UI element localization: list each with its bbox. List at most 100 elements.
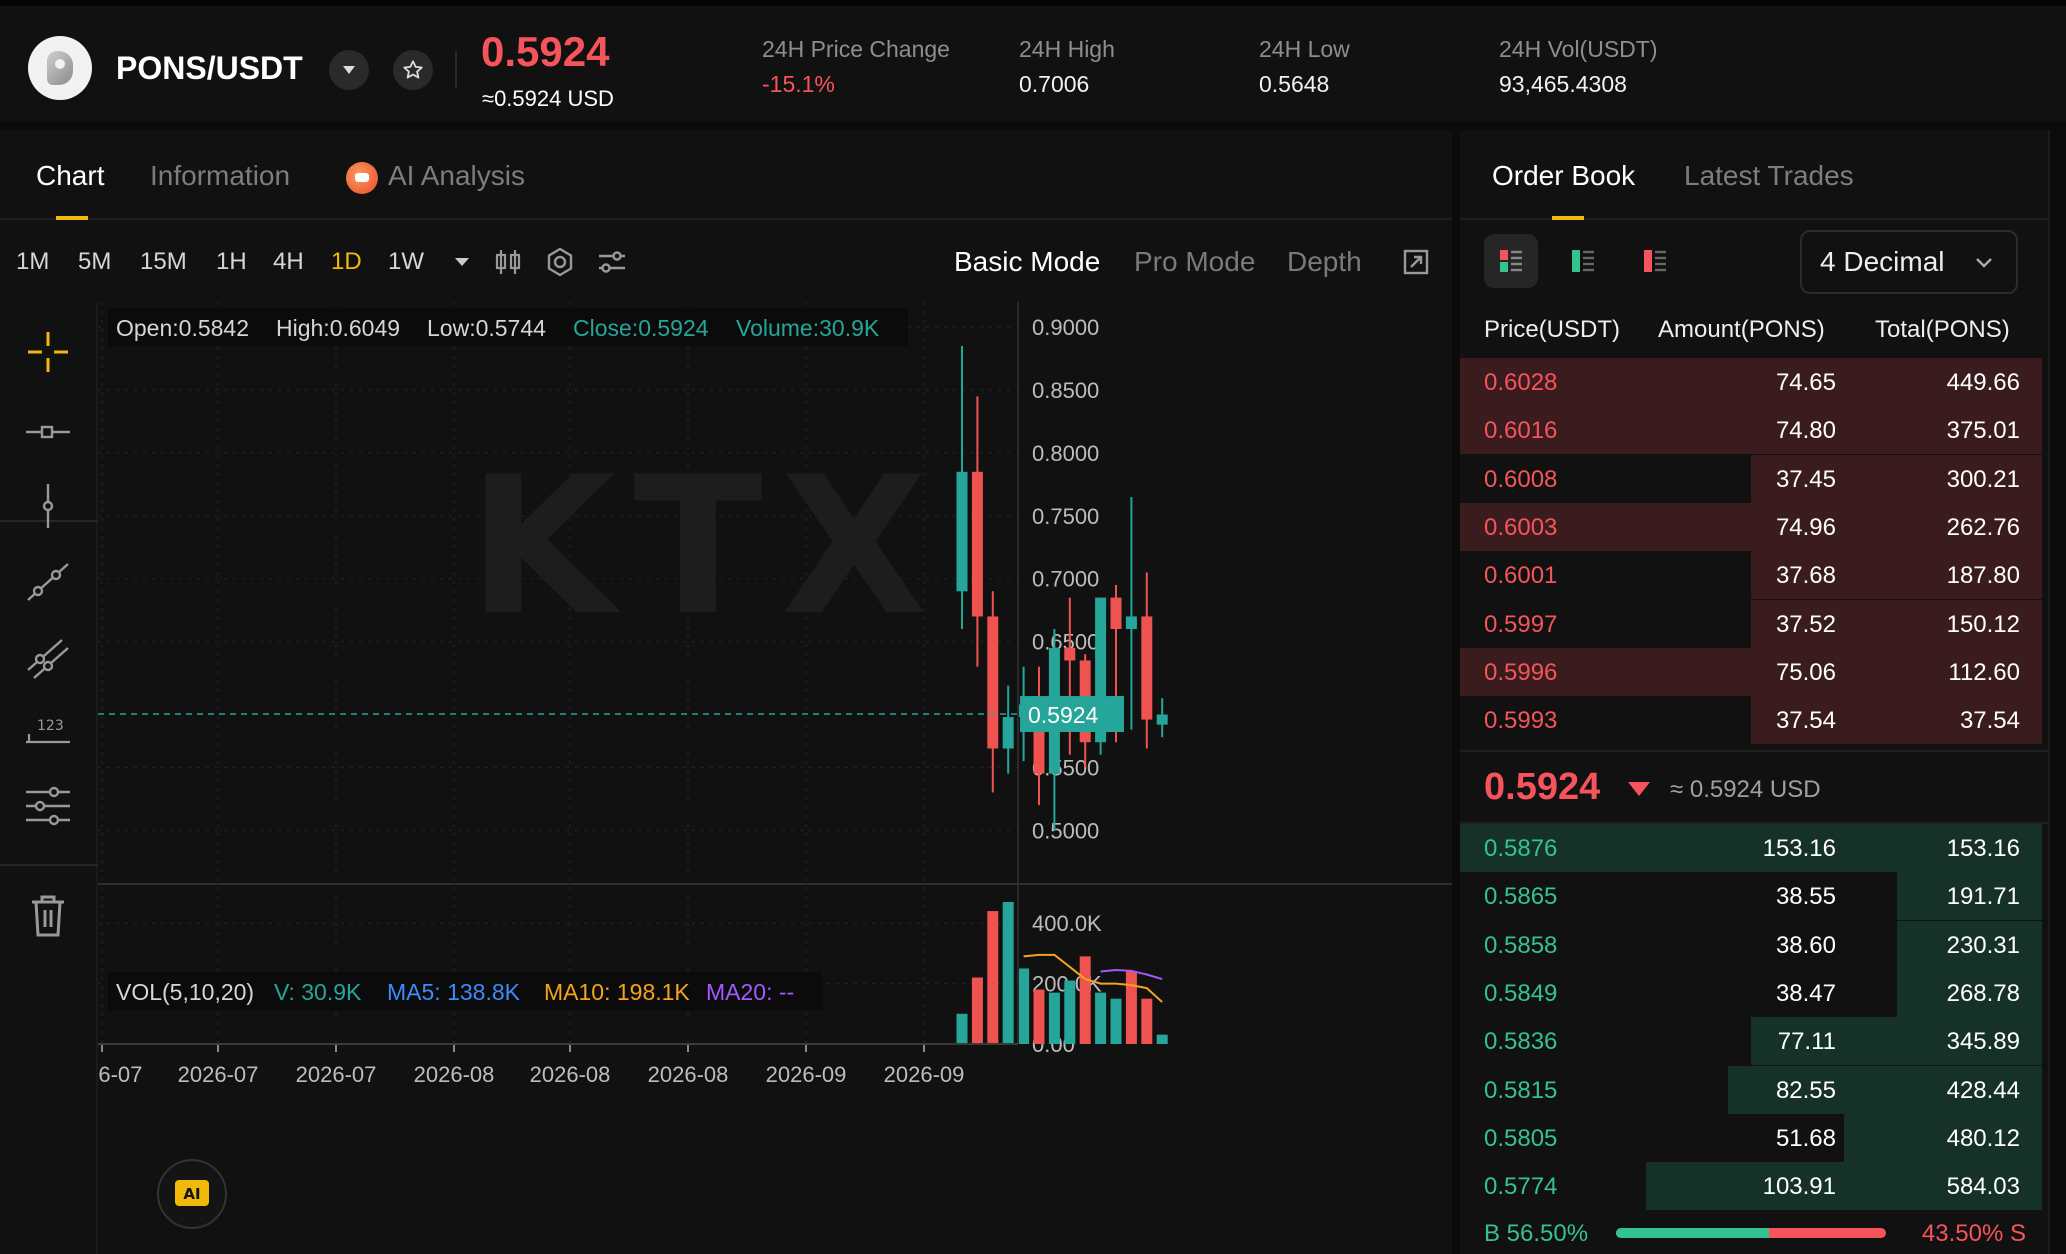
timeframe-5m[interactable]: 5M [78, 248, 111, 276]
ask-total: 449.66 [1946, 369, 2020, 396]
parallel-channel-tool[interactable] [0, 628, 96, 688]
view-bids-button[interactable] [1556, 234, 1610, 288]
col-total: Total(PONS) [1875, 316, 2010, 343]
settings-tool[interactable] [0, 776, 96, 836]
ask-price: 0.5993 [1484, 707, 1558, 735]
candle-body [956, 471, 968, 592]
volume-bar [1048, 992, 1060, 1044]
buy-sell-ratio: B 56.50% 43.50% S [1460, 1212, 2048, 1254]
candle-body [1110, 597, 1122, 630]
volume-legend-ma10: MA10: 198.1K [544, 979, 690, 1005]
book-bids-icon [1572, 250, 1594, 272]
crosshair-tool[interactable] [0, 322, 96, 382]
chart-settings-button[interactable] [540, 242, 580, 282]
bid-row[interactable]: 0.5805 51.68 480.12 [1460, 1113, 2042, 1162]
bid-price: 0.5849 [1484, 979, 1558, 1007]
pair-dropdown-button[interactable] [329, 50, 369, 90]
buy-ratio: B 56.50% [1484, 1220, 1589, 1247]
tab-chart[interactable]: Chart [36, 160, 104, 192]
ask-row[interactable]: 0.6008 37.45 300.21 [1460, 454, 2042, 503]
book-both-icon [1500, 250, 1522, 272]
parallel-lines-icon [27, 639, 69, 679]
view-asks-button[interactable] [1628, 234, 1682, 288]
timeframe-4h[interactable]: 4H [273, 248, 304, 276]
panel-scroll-edge [2048, 130, 2066, 1254]
bid-row[interactable]: 0.5815 82.55 428.44 [1460, 1065, 2042, 1114]
volume-bar [1156, 1034, 1168, 1044]
bid-total: 230.31 [1946, 931, 2020, 959]
stat-label: 24H Price Change [762, 36, 950, 62]
ask-row[interactable]: 0.5996 75.06 112.60 [1460, 647, 2042, 696]
price-tick-label: 0.7500 [1032, 504, 1099, 529]
volume-bar [987, 911, 999, 1044]
ask-price: 0.6001 [1484, 562, 1558, 590]
tab-latest-trades[interactable]: Latest Trades [1684, 160, 1854, 192]
bid-total: 584.03 [1946, 1173, 2020, 1201]
bid-price: 0.5876 [1484, 835, 1558, 862]
mode-depth[interactable]: Depth [1287, 246, 1362, 278]
favorite-button[interactable] [393, 50, 433, 90]
ratio-bar [1616, 1228, 1886, 1238]
bid-row[interactable]: 0.5849 38.47 268.78 [1460, 968, 2042, 1017]
last-price: 0.5924 [481, 28, 610, 75]
tab-order-book[interactable]: Order Book [1492, 160, 1635, 192]
order-book-header: Price(USDT) Amount(PONS) Total(PONS) [1460, 316, 2048, 356]
mode-basic[interactable]: Basic Mode [954, 246, 1100, 278]
ask-row[interactable]: 0.6028 74.65 449.66 [1460, 358, 2042, 406]
bid-amount: 51.68 [1775, 1124, 1836, 1152]
stat-high: 24H High 0.7006 [1019, 36, 1115, 98]
tab-ai-analysis[interactable]: AI Analysis [346, 160, 525, 194]
ask-total: 150.12 [1946, 610, 2020, 638]
bid-row[interactable]: 0.5858 38.60 230.31 [1460, 920, 2042, 969]
horizontal-line-tool[interactable] [0, 402, 96, 462]
candle-body [1064, 647, 1076, 661]
time-axis: 2026-07 2026-07 2026-07 2026-08 2026-08 2026-… [62, 1044, 964, 1087]
time-tick-label: 2026-07 [178, 1062, 259, 1087]
mid-price-row: 0.5924 ≈ 0.5924 USD [1460, 750, 2048, 824]
bid-row[interactable]: 0.5865 38.55 191.71 [1460, 872, 2042, 921]
ohlc-volume: Volume:30.9K [736, 315, 880, 341]
bid-amount: 38.47 [1775, 979, 1836, 1007]
ask-price: 0.6028 [1484, 369, 1558, 396]
trend-line-tool[interactable] [0, 552, 96, 612]
decimal-select[interactable]: 4 Decimal [1800, 230, 2018, 294]
bid-price: 0.5774 [1484, 1173, 1558, 1201]
volume-bar [1079, 956, 1091, 1044]
timeframe-15m[interactable]: 15M [140, 248, 187, 276]
ask-row[interactable]: 0.5997 37.52 150.12 [1460, 599, 2042, 648]
timeframe-1d[interactable]: 1D [331, 248, 362, 276]
candle-body [1156, 714, 1168, 725]
pair-name[interactable]: PONS/USDT [116, 50, 303, 87]
timeframe-1m[interactable]: 1M [16, 248, 49, 276]
tab-information[interactable]: Information [150, 160, 290, 192]
volume-bar [1125, 971, 1137, 1044]
vertical-line-tool[interactable] [0, 476, 96, 536]
header-divider [455, 52, 457, 88]
ask-row[interactable]: 0.6016 74.80 375.01 [1460, 406, 2042, 455]
view-both-button[interactable] [1484, 234, 1538, 288]
mode-pro[interactable]: Pro Mode [1134, 246, 1255, 278]
indicators-button[interactable] [592, 242, 632, 282]
candlestick-icon [495, 250, 521, 274]
candle-type-button[interactable] [488, 242, 528, 282]
timeframe-1w[interactable]: 1W [388, 248, 424, 276]
price-chart[interactable]: KTX 0.9000 0.8500 0.8000 0.7500 0.7000 0.6500… [62, 302, 1452, 1254]
timeframe-1h[interactable]: 1H [216, 248, 247, 276]
ask-amount: 37.45 [1775, 465, 1836, 493]
ask-row[interactable]: 0.6003 74.96 262.76 [1460, 502, 2042, 551]
price-label-tool[interactable]: 123 [0, 702, 96, 762]
volume-legend-v: V: 30.9K [274, 979, 362, 1005]
ask-row[interactable]: 0.6001 37.68 187.80 [1460, 551, 2042, 600]
fullscreen-button[interactable] [1396, 242, 1436, 282]
bid-row[interactable]: 0.5876 153.16 153.16 [1460, 824, 2042, 872]
sell-ratio: 43.50% S [1921, 1220, 2026, 1247]
delete-drawings-tool[interactable] [0, 886, 96, 946]
ai-assistant-button[interactable]: AI [157, 1159, 227, 1229]
bid-row[interactable]: 0.5836 77.11 345.89 [1460, 1017, 2042, 1066]
chart-canvas[interactable]: KTX 0.90000.85000.80000.75000.70000.6500… [62, 302, 1452, 1254]
ask-row[interactable]: 0.5993 37.54 37.54 [1460, 696, 2042, 745]
chart-tabs: Chart Information AI Analysis [0, 130, 1452, 220]
bid-row[interactable]: 0.5774 103.91 584.03 [1460, 1162, 2042, 1211]
more-timeframes-button[interactable] [442, 242, 482, 282]
book-asks-icon [1644, 250, 1666, 272]
